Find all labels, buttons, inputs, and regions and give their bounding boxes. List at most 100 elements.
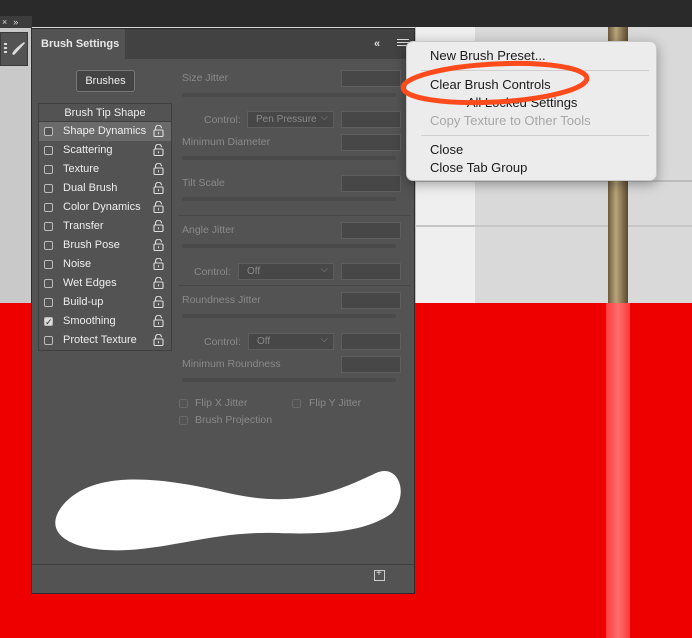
- brush-tip-shape-item[interactable]: Brush Tip Shape: [39, 104, 171, 122]
- option-checkbox[interactable]: [44, 279, 53, 288]
- option-label: Transfer: [63, 220, 104, 232]
- option-checkbox[interactable]: [44, 298, 53, 307]
- option-label: Brush Pose: [63, 239, 120, 251]
- minimum-diameter-slider[interactable]: [182, 156, 396, 160]
- lock-icon[interactable]: [153, 125, 164, 137]
- brush-option-item[interactable]: Noise: [39, 255, 171, 274]
- option-label: Texture: [63, 163, 100, 175]
- option-checkbox[interactable]: [44, 184, 53, 193]
- option-label: Dual Brush: [63, 182, 118, 194]
- option-label: Protect Texture: [63, 334, 137, 346]
- angle-control-dropdown[interactable]: Off: [238, 262, 334, 280]
- create-new-brush-icon[interactable]: [374, 568, 385, 581]
- option-checkbox[interactable]: [44, 222, 53, 231]
- wall-shade: [0, 27, 32, 305]
- lock-icon[interactable]: [153, 277, 164, 289]
- option-checkbox[interactable]: [44, 241, 53, 250]
- roundness-control-dropdown[interactable]: Off: [248, 332, 334, 350]
- menu-item-close[interactable]: Close: [430, 142, 463, 157]
- lock-icon[interactable]: [153, 182, 164, 194]
- option-checkbox[interactable]: [44, 146, 53, 155]
- minimum-roundness-field[interactable]: [341, 356, 401, 373]
- option-label: Build-up: [63, 296, 104, 308]
- menu-separator: [421, 135, 649, 136]
- lock-icon[interactable]: [153, 239, 164, 251]
- size-jitter-label: Size Jitter: [182, 72, 229, 84]
- brush-settings-toggle[interactable]: [0, 32, 28, 66]
- flip-y-checkbox[interactable]: [292, 399, 301, 408]
- option-label: Noise: [63, 258, 92, 270]
- brush-option-item[interactable]: Texture: [39, 160, 171, 179]
- menu-item-close-tab-group[interactable]: Close Tab Group: [430, 160, 527, 175]
- roundness-jitter-label: Roundness Jitter: [182, 294, 261, 306]
- molding-line: [415, 225, 692, 227]
- brush-option-item[interactable]: Build-up: [39, 293, 171, 312]
- close-icon[interactable]: ×: [2, 17, 13, 27]
- divider: [178, 285, 410, 286]
- collapse-icon[interactable]: «: [374, 38, 380, 50]
- brush-option-item[interactable]: Protect Texture: [39, 331, 171, 350]
- lock-icon[interactable]: [153, 315, 164, 327]
- brush-option-item[interactable]: Color Dynamics: [39, 198, 171, 217]
- highlight-ellipse: [400, 60, 590, 106]
- brushes-button[interactable]: Brushes: [76, 70, 135, 92]
- minimum-diameter-label: Minimum Diameter: [182, 136, 271, 148]
- option-label: Wet Edges: [63, 277, 117, 289]
- roundness-control-field[interactable]: [341, 333, 401, 350]
- brush-option-item[interactable]: Smoothing: [39, 312, 171, 332]
- minimum-diameter-field[interactable]: [341, 134, 401, 151]
- tab-brush-settings[interactable]: Brush Settings: [32, 29, 125, 59]
- option-checkbox[interactable]: [44, 127, 53, 136]
- brush-option-item[interactable]: Dual Brush: [39, 179, 171, 198]
- brush-panel-icon: [4, 42, 25, 55]
- brush-option-item[interactable]: Shape Dynamics: [39, 122, 171, 141]
- lock-icon[interactable]: [153, 163, 164, 175]
- brush-projection-label: Brush Projection: [195, 414, 273, 426]
- divider: [178, 215, 410, 216]
- angle-jitter-label: Angle Jitter: [182, 224, 235, 236]
- angle-control-field[interactable]: [341, 263, 401, 280]
- size-jitter-slider[interactable]: [182, 93, 396, 97]
- option-checkbox[interactable]: [44, 336, 53, 345]
- brush-option-item[interactable]: Wet Edges: [39, 274, 171, 293]
- minimum-roundness-slider[interactable]: [182, 378, 396, 382]
- roundness-jitter-field[interactable]: [341, 292, 401, 309]
- option-label: Shape Dynamics: [63, 125, 147, 137]
- option-label: Color Dynamics: [63, 201, 141, 213]
- panel-tab-bar: Brush Settings «: [32, 29, 414, 59]
- size-jitter-field[interactable]: [341, 70, 401, 87]
- expand-icon[interactable]: »: [13, 17, 24, 27]
- option-checkbox[interactable]: [44, 203, 53, 212]
- minimum-roundness-label: Minimum Roundness: [182, 358, 281, 370]
- lock-icon[interactable]: [153, 201, 164, 213]
- flip-x-checkbox[interactable]: [179, 399, 188, 408]
- app-top-bar: [0, 0, 692, 27]
- pole-reflection: [606, 303, 630, 638]
- brush-option-item[interactable]: Brush Pose: [39, 236, 171, 255]
- control-label: Control:: [204, 114, 241, 126]
- lock-icon[interactable]: [153, 334, 164, 346]
- brush-projection-checkbox[interactable]: [179, 416, 188, 425]
- tilt-scale-field[interactable]: [341, 175, 401, 192]
- option-checkbox[interactable]: [44, 165, 53, 174]
- control-label: Control:: [194, 266, 231, 278]
- brush-option-item[interactable]: Scattering: [39, 141, 171, 160]
- panel-dock-header[interactable]: ×»: [0, 16, 32, 28]
- brush-settings-panel: Brush Settings « Brushes Brush Tip Shape…: [31, 28, 415, 594]
- brush-option-item[interactable]: Transfer: [39, 217, 171, 236]
- option-checkbox[interactable]: [44, 313, 53, 332]
- lock-icon[interactable]: [153, 144, 164, 156]
- option-checkbox[interactable]: [44, 260, 53, 269]
- menu-item-copy-texture: Copy Texture to Other Tools: [430, 113, 591, 128]
- tilt-scale-slider[interactable]: [182, 197, 396, 201]
- angle-jitter-slider[interactable]: [182, 244, 396, 248]
- lock-icon[interactable]: [153, 220, 164, 232]
- size-control-field[interactable]: [341, 111, 401, 128]
- roundness-jitter-slider[interactable]: [182, 314, 396, 318]
- flip-y-label: Flip Y Jitter: [309, 397, 362, 409]
- lock-icon[interactable]: [153, 296, 164, 308]
- lock-icon[interactable]: [153, 258, 164, 270]
- brush-stroke-preview: [55, 471, 401, 551]
- size-control-dropdown[interactable]: Pen Pressure: [247, 110, 334, 128]
- angle-jitter-field[interactable]: [341, 222, 401, 239]
